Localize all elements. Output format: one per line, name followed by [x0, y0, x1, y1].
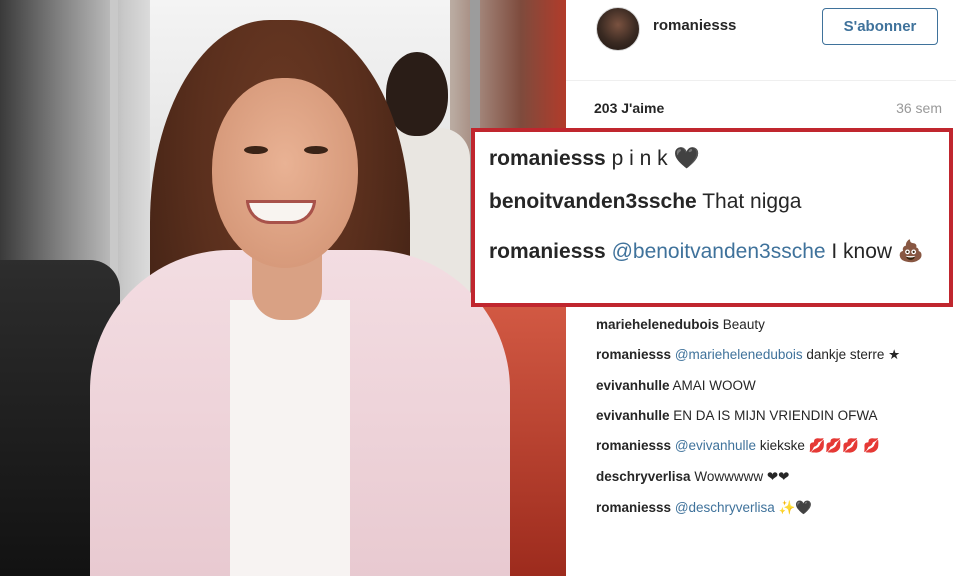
photo-shirt: [230, 300, 350, 576]
comment-user[interactable]: romaniesss: [489, 240, 606, 263]
comment-user[interactable]: evivanhulle: [596, 408, 670, 423]
star-emoji-icon: ★: [888, 347, 901, 363]
comment-text: dankje sterre: [802, 347, 889, 362]
comment-user[interactable]: mariehelenedubois: [596, 317, 719, 332]
post-time: 36 sem: [896, 100, 942, 116]
comment-item: romaniesss @mariehelenedubois dankje ste…: [596, 344, 936, 366]
comment-item: mariehelenedubois Beauty: [596, 314, 936, 335]
poop-emoji-icon: 💩: [897, 239, 925, 263]
comment-text: p i n k: [605, 147, 674, 170]
comment-text: AMAI WOOW: [669, 378, 756, 393]
comment-text: That nigga: [696, 190, 802, 213]
comment-user[interactable]: evivanhulle: [596, 378, 670, 393]
comments-list: mariehelenedubois Beauty romaniesss @mar…: [596, 314, 936, 528]
kiss-emoji-icon: 💋💋💋 💋: [808, 438, 881, 454]
highlighted-comment: romaniesss @benoitvanden3ssche I know 💩: [489, 234, 939, 269]
comment-mention[interactable]: @evivanhulle: [675, 438, 756, 453]
comment-mention[interactable]: @deschryverlisa: [675, 500, 775, 515]
highlighted-comments-box: romaniesss p i n k 🖤 benoitvanden3ssche …: [471, 128, 953, 307]
comment-user[interactable]: benoitvanden3ssche: [489, 190, 697, 213]
black-heart-emoji-icon: 🖤: [673, 146, 700, 170]
comment-item: evivanhulle AMAI WOOW: [596, 375, 936, 396]
photo-person-head: [386, 52, 448, 136]
photo-eye: [244, 146, 268, 154]
comment-text: I know: [825, 240, 898, 263]
photo-eye: [304, 146, 328, 154]
comment-item: romaniesss @deschryverlisa ✨🖤: [596, 497, 936, 519]
likes-count[interactable]: 203 J'aime: [594, 100, 664, 116]
comment-user[interactable]: romaniesss: [596, 500, 671, 515]
post-username[interactable]: romaniesss: [653, 17, 736, 34]
heart-emoji-icon: ❤❤: [766, 469, 790, 485]
comment-mention[interactable]: @benoitvanden3ssche: [612, 240, 826, 263]
comment-mention[interactable]: @mariehelenedubois: [675, 347, 803, 362]
comment-user[interactable]: romaniesss: [489, 147, 606, 170]
comment-item: romaniesss @evivanhulle kiekske 💋💋💋 💋: [596, 435, 936, 457]
comment-text: Wowwwww: [690, 469, 767, 484]
comment-user[interactable]: romaniesss: [596, 347, 671, 362]
comment-item: deschryverlisa Wowwwww ❤❤: [596, 466, 936, 488]
photo-pole: [110, 0, 118, 300]
highlighted-comment: benoitvanden3ssche That nigga: [489, 190, 801, 214]
highlighted-comment: romaniesss p i n k 🖤: [489, 146, 700, 171]
comment-text: Beauty: [719, 317, 765, 332]
profile-avatar[interactable]: [596, 7, 640, 51]
post-header: romaniesss S'abonner: [566, 0, 956, 81]
follow-button[interactable]: S'abonner: [822, 8, 938, 45]
comment-user[interactable]: deschryverlisa: [596, 469, 691, 484]
comment-user[interactable]: romaniesss: [596, 438, 671, 453]
comment-text: kiekske: [756, 438, 809, 453]
comment-item: evivanhulle EN DA IS MIJN VRIENDIN OFWA: [596, 405, 936, 426]
photo-face: [212, 78, 358, 268]
sparkle-heart-emoji-icon: ✨🖤: [778, 500, 813, 516]
comment-text: EN DA IS MIJN VRIENDIN OFWA: [669, 408, 878, 423]
